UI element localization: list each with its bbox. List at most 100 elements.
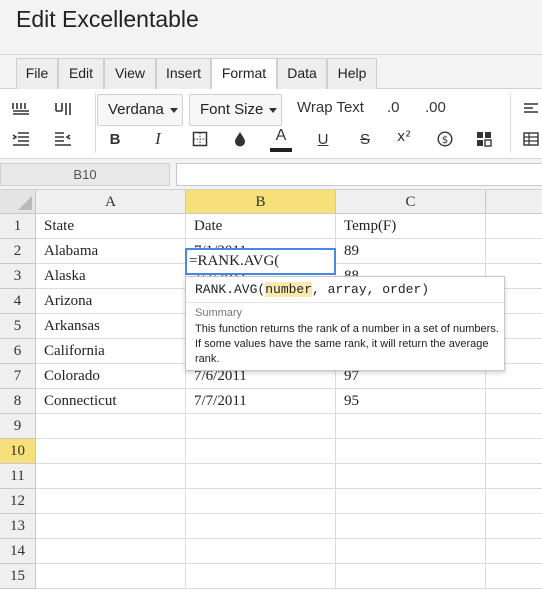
row-header-2[interactable]: 2	[0, 239, 36, 264]
tab-file[interactable]: File	[16, 58, 58, 89]
row-header-15[interactable]: 15	[0, 564, 36, 589]
fill-color-icon[interactable]	[229, 128, 251, 150]
cell-d9[interactable]	[486, 414, 542, 439]
cell-a11[interactable]	[36, 464, 186, 489]
merge-cells-icon[interactable]	[473, 128, 495, 150]
cell-b14[interactable]	[186, 539, 336, 564]
cell-b1[interactable]: Date	[186, 214, 336, 239]
tab-help[interactable]: Help	[327, 58, 377, 89]
cell-d1[interactable]	[486, 214, 542, 239]
name-box[interactable]: B10	[0, 163, 170, 186]
row-header-3[interactable]: 3	[0, 264, 36, 289]
cell-editor-b10[interactable]: =RANK.AVG(	[185, 248, 336, 275]
row-header-9[interactable]: 9	[0, 414, 36, 439]
cell-d2[interactable]	[486, 239, 542, 264]
font-size-dropdown[interactable]: Font Size	[189, 94, 282, 126]
cell-a8[interactable]: Connecticut	[36, 389, 186, 414]
cell-d8[interactable]	[486, 389, 542, 414]
row-header-10[interactable]: 10	[0, 439, 36, 464]
column-header-a[interactable]: A	[36, 190, 186, 214]
superscript-button[interactable]: x²	[393, 126, 415, 148]
cell-d13[interactable]	[486, 514, 542, 539]
cell-b13[interactable]	[186, 514, 336, 539]
cell-a4[interactable]: Arizona	[36, 289, 186, 314]
cell-c12[interactable]	[336, 489, 486, 514]
cell-a12[interactable]	[36, 489, 186, 514]
cell-d12[interactable]	[486, 489, 542, 514]
cell-a1[interactable]: State	[36, 214, 186, 239]
cell-a7[interactable]: Colorado	[36, 364, 186, 389]
cell-c9[interactable]	[336, 414, 486, 439]
select-all-corner[interactable]	[0, 190, 36, 214]
row-header-13[interactable]: 13	[0, 514, 36, 539]
tab-format[interactable]: Format	[211, 58, 277, 90]
cell-a13[interactable]	[36, 514, 186, 539]
cell-b15[interactable]	[186, 564, 336, 589]
cell-d14[interactable]	[486, 539, 542, 564]
row-header-12[interactable]: 12	[0, 489, 36, 514]
cell-a2[interactable]: Alabama	[36, 239, 186, 264]
cell-c14[interactable]	[336, 539, 486, 564]
column-header-c[interactable]: C	[336, 190, 486, 214]
font-color-swatch	[270, 148, 292, 152]
formula-input[interactable]	[176, 163, 542, 186]
cell-c11[interactable]	[336, 464, 486, 489]
cell-a15[interactable]	[36, 564, 186, 589]
row-header-11[interactable]: 11	[0, 464, 36, 489]
cell-d11[interactable]	[486, 464, 542, 489]
font-family-dropdown[interactable]: Verdana	[97, 94, 183, 126]
tab-data[interactable]: Data	[277, 58, 327, 89]
cell-c1[interactable]: Temp(F)	[336, 214, 486, 239]
row-header-5[interactable]: 5	[0, 314, 36, 339]
app-title: Edit Excellentable	[16, 6, 199, 32]
row-header-8[interactable]: 8	[0, 389, 36, 414]
indent-left-icon[interactable]	[10, 128, 32, 150]
row-header-1[interactable]: 1	[0, 214, 36, 239]
wrap-text-button[interactable]: Wrap Text	[297, 99, 364, 116]
cell-d15[interactable]	[486, 564, 542, 589]
chevron-down-icon	[169, 107, 178, 113]
summary-description: This function returns the rank of a numb…	[195, 323, 499, 365]
cell-b10[interactable]	[186, 439, 336, 464]
indent-right-icon[interactable]	[52, 128, 74, 150]
cell-c8[interactable]: 95	[336, 389, 486, 414]
tab-edit[interactable]: Edit	[58, 58, 104, 89]
row-header-7[interactable]: 7	[0, 364, 36, 389]
cell-a6[interactable]: California	[36, 339, 186, 364]
cell-b8[interactable]: 7/7/2011	[186, 389, 336, 414]
row-header-6[interactable]: 6	[0, 339, 36, 364]
borders-icon[interactable]	[189, 128, 211, 150]
tab-view[interactable]: View	[104, 58, 156, 89]
cell-c13[interactable]	[336, 514, 486, 539]
row-header-4[interactable]: 4	[0, 289, 36, 314]
cell-a3[interactable]: Alaska	[36, 264, 186, 289]
cell-b9[interactable]	[186, 414, 336, 439]
cell-a14[interactable]	[36, 539, 186, 564]
cell-b11[interactable]	[186, 464, 336, 489]
cell-c10[interactable]	[336, 439, 486, 464]
cell-a5[interactable]: Arkansas	[36, 314, 186, 339]
strikethrough-button[interactable]: S	[354, 128, 376, 150]
column-header-b[interactable]: B	[186, 190, 336, 214]
bold-button[interactable]: B	[104, 128, 126, 150]
increase-decimal-button[interactable]: .00	[425, 99, 446, 116]
font-color-button[interactable]: A	[270, 127, 292, 153]
align-left-icon[interactable]	[520, 98, 542, 120]
cell-c15[interactable]	[336, 564, 486, 589]
italic-button[interactable]: I	[147, 128, 169, 150]
cell-d10[interactable]	[486, 439, 542, 464]
row-header-14[interactable]: 14	[0, 539, 36, 564]
cell-a10[interactable]	[36, 439, 186, 464]
cell-b12[interactable]	[186, 489, 336, 514]
insert-column-left-icon[interactable]	[52, 98, 74, 120]
cell-a9[interactable]	[36, 414, 186, 439]
insert-row-above-icon[interactable]	[10, 98, 32, 120]
summary-label: Summary	[195, 307, 243, 319]
table-icon[interactable]	[520, 128, 542, 150]
tab-insert[interactable]: Insert	[156, 58, 211, 89]
underline-button[interactable]: U	[312, 128, 334, 150]
cell-c2[interactable]: 89	[336, 239, 486, 264]
currency-button[interactable]: $	[434, 128, 456, 150]
column-header-d[interactable]	[486, 190, 542, 214]
decrease-decimal-button[interactable]: .0	[387, 99, 400, 116]
